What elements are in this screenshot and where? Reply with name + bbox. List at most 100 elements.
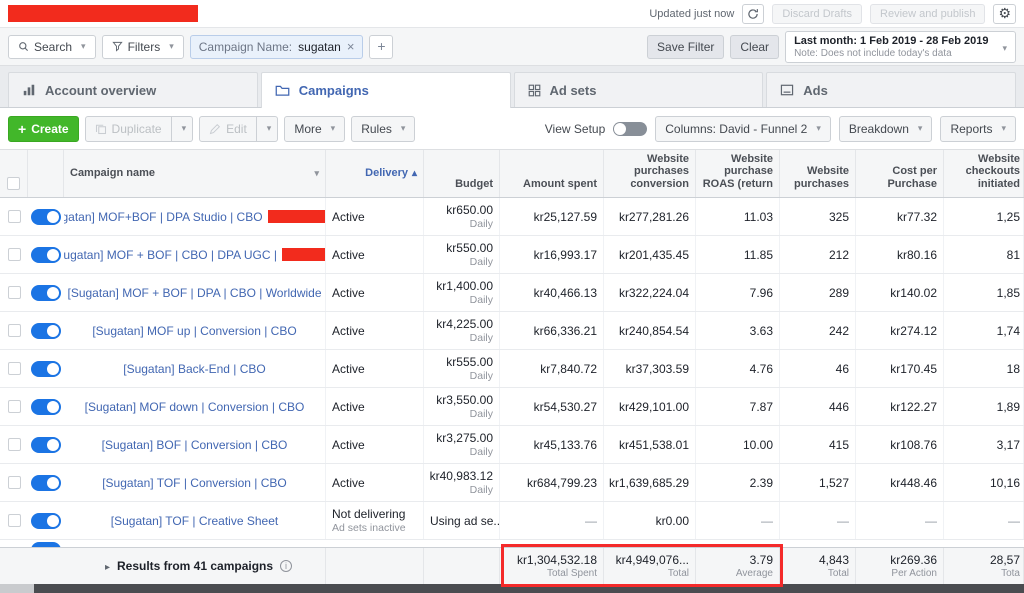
table-row[interactable]: [Sugatan] TOF | Creative Sheet Not deliv…	[0, 502, 1024, 540]
caret-down-icon	[998, 38, 1007, 56]
campaign-active-toggle[interactable]	[31, 247, 61, 263]
tab-account-overview[interactable]: Account overview	[8, 72, 258, 107]
search-dropdown[interactable]: Search	[8, 35, 96, 59]
row-checkbox[interactable]	[8, 248, 21, 261]
campaign-active-toggle[interactable]	[31, 323, 61, 339]
campaign-name-cell: [Sugatan] MOF+BOF | DPA Studio | CBO	[64, 198, 326, 235]
row-checkbox[interactable]	[8, 324, 21, 337]
active-filter-chip[interactable]: Campaign Name: sugatan	[190, 35, 364, 59]
campaign-name-link[interactable]: [Sugatan] BOF | Conversion | CBO	[102, 438, 288, 452]
table-row[interactable]: [Sugatan] MOF + BOF | CBO | DPA UGC | Ac…	[0, 236, 1024, 274]
row-checkbox-cell	[0, 502, 28, 539]
amount-spent-value: kr54,530.27	[534, 400, 597, 414]
edit-button-group: Edit	[199, 116, 278, 142]
add-filter-button[interactable]	[369, 35, 393, 59]
select-all-checkbox[interactable]	[7, 177, 20, 190]
column-header-amount-spent[interactable]: Amount spent	[500, 150, 604, 197]
campaign-active-toggle[interactable]	[31, 437, 61, 453]
row-checkbox-cell	[0, 198, 28, 235]
column-header-cost-per-purchase[interactable]: Cost per Purchase	[856, 150, 944, 197]
campaign-active-toggle[interactable]	[31, 209, 61, 225]
campaign-name-link[interactable]: [Sugatan] MOF + BOF | DPA | CBO | Worldw…	[68, 286, 322, 300]
duplicate-options-button[interactable]	[172, 116, 194, 142]
tab-ads[interactable]: Ads	[766, 72, 1016, 107]
column-header-purchases-conversion[interactable]: Website purchases conversion	[604, 150, 696, 197]
row-checkbox[interactable]	[8, 362, 21, 375]
conversion-value: kr1,639,685.29	[609, 476, 689, 490]
filter-chip-value: sugatan	[298, 40, 341, 54]
campaign-name-link[interactable]: [Sugatan] MOF+BOF | DPA Studio | CBO	[64, 210, 263, 224]
view-setup-toggle[interactable]	[613, 122, 647, 136]
campaign-active-toggle[interactable]	[31, 513, 61, 529]
tab-ad-sets[interactable]: Ad sets	[514, 72, 764, 107]
edit-button[interactable]: Edit	[199, 116, 257, 142]
footer-purchases-conversion: kr4,949,076... Total	[604, 548, 696, 584]
checkouts-cell: 1,85	[944, 274, 1024, 311]
edit-options-button[interactable]	[257, 116, 279, 142]
create-button[interactable]: Create	[8, 116, 79, 142]
website-purchases-cell: 446	[780, 388, 856, 425]
column-header-roas[interactable]: Website purchase ROAS (return	[696, 150, 780, 197]
campaign-name-link[interactable]: [Sugatan] MOF + BOF | CBO | DPA UGC |	[64, 248, 277, 262]
info-icon[interactable]	[280, 560, 292, 572]
columns-dropdown[interactable]: Columns: David - Funnel 2	[655, 116, 831, 142]
campaign-active-toggle[interactable]	[31, 285, 61, 301]
refresh-button[interactable]	[742, 4, 764, 24]
column-header-budget[interactable]: Budget	[424, 150, 500, 197]
campaign-active-toggle[interactable]	[31, 475, 61, 491]
tab-campaigns[interactable]: Campaigns	[261, 72, 511, 108]
conversion-value: kr277,281.26	[619, 210, 689, 224]
filters-dropdown[interactable]: Filters	[102, 35, 184, 59]
campaign-active-toggle[interactable]	[31, 361, 61, 377]
column-header-delivery[interactable]: Delivery	[326, 150, 424, 197]
settings-button[interactable]	[993, 4, 1016, 24]
discard-drafts-button[interactable]: Discard Drafts	[772, 4, 862, 24]
reports-dropdown[interactable]: Reports	[940, 116, 1016, 142]
purchases-value: 46	[836, 362, 849, 376]
purchases-conversion-cell: kr322,224.04	[604, 274, 696, 311]
campaign-name-link[interactable]: [Sugatan] Back-End | CBO	[123, 362, 266, 376]
review-publish-button[interactable]: Review and publish	[870, 4, 985, 24]
campaign-name-link[interactable]: [Sugatan] TOF | Creative Sheet	[111, 514, 278, 528]
save-filter-button[interactable]: Save Filter	[647, 35, 724, 59]
toggle-knob	[47, 287, 59, 299]
campaign-active-toggle[interactable]	[31, 399, 61, 415]
column-header-campaign-name[interactable]: Campaign name	[64, 150, 326, 197]
columns-label: Columns: David - Funnel 2	[665, 122, 807, 136]
duplicate-button[interactable]: Duplicate	[85, 116, 172, 142]
amount-spent-cell: kr25,127.59	[500, 198, 604, 235]
row-checkbox[interactable]	[8, 210, 21, 223]
campaign-name-link[interactable]: [Sugatan] MOF up | Conversion | CBO	[92, 324, 296, 338]
delivery-status: Not delivering	[332, 507, 405, 521]
table-row[interactable]: [Sugatan] Back-End | CBO Active kr555.00…	[0, 350, 1024, 388]
budget-type: Daily	[470, 218, 493, 230]
table-row[interactable]: [Sugatan] BOF | Conversion | CBO Active …	[0, 426, 1024, 464]
row-checkbox[interactable]	[8, 476, 21, 489]
breakdown-dropdown[interactable]: Breakdown	[839, 116, 933, 142]
row-checkbox[interactable]	[8, 514, 21, 527]
campaign-name-link[interactable]: [Sugatan] MOF down | Conversion | CBO	[85, 400, 305, 414]
table-row[interactable]: [Sugatan] TOF | Conversion | CBO Active …	[0, 464, 1024, 502]
expander-icon[interactable]	[105, 557, 110, 575]
table-row[interactable]: [Sugatan] MOF + BOF | DPA | CBO | Worldw…	[0, 274, 1024, 312]
clear-filter-button[interactable]: Clear	[730, 35, 779, 59]
more-button[interactable]: More	[284, 116, 345, 142]
purchases-conversion-cell: kr429,101.00	[604, 388, 696, 425]
table-row[interactable]: [Sugatan] MOF up | Conversion | CBO Acti…	[0, 312, 1024, 350]
row-checkbox[interactable]	[8, 400, 21, 413]
purchases-conversion-cell: kr201,435.45	[604, 236, 696, 273]
date-range-picker[interactable]: Last month: 1 Feb 2019 - 28 Feb 2019 Not…	[785, 31, 1016, 63]
campaign-name-link[interactable]: [Sugatan] TOF | Conversion | CBO	[102, 476, 287, 490]
row-toggle-cell	[28, 236, 64, 273]
table-row[interactable]: [Sugatan] MOF down | Conversion | CBO Ac…	[0, 388, 1024, 426]
checkouts-value: 10,16	[990, 476, 1020, 490]
rules-button[interactable]: Rules	[351, 116, 415, 142]
budget-type: Daily	[470, 332, 493, 344]
table-row[interactable]: [Sugatan] MOF+BOF | DPA Studio | CBO Act…	[0, 198, 1024, 236]
close-icon[interactable]	[347, 39, 355, 54]
column-header-checkouts-initiated[interactable]: Website checkouts initiated	[944, 150, 1024, 197]
budget-value: kr3,275.00	[436, 431, 493, 445]
row-checkbox[interactable]	[8, 286, 21, 299]
column-header-website-purchases[interactable]: Website purchases	[780, 150, 856, 197]
row-checkbox[interactable]	[8, 438, 21, 451]
